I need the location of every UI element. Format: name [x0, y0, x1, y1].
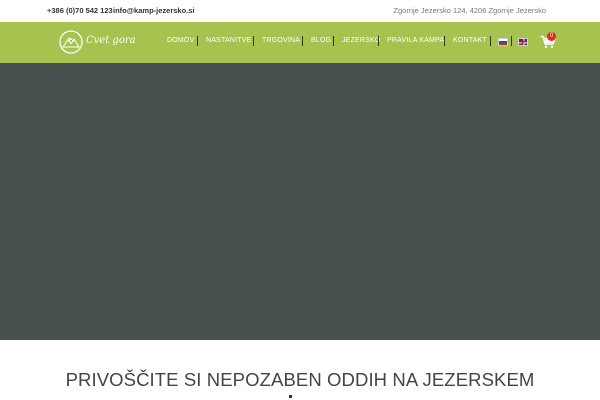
nav-separator: [444, 36, 445, 46]
nav-item-blog[interactable]: BLOG: [311, 37, 331, 44]
site-logo[interactable]: Cvet gora: [58, 29, 136, 55]
nav-separator: [253, 36, 254, 46]
nav-item-trgovina[interactable]: TRGOVINA: [262, 37, 300, 44]
page-headline: PRIVOŠČITE SI NEPOZABEN ODDIH NA JEZERSK…: [65, 369, 535, 390]
address-text: Zgornje Jezersko 124, 4206 Zgornje Jezer…: [393, 6, 546, 15]
nav-separator: [302, 36, 303, 46]
email-link[interactable]: info@kamp-jezersko.si: [113, 6, 195, 15]
nav-separator: [378, 36, 379, 46]
sl-flag-icon[interactable]: [498, 38, 508, 46]
nav-separator: [490, 36, 491, 46]
edelweiss-logo-icon: [59, 30, 83, 54]
nav-item-pravila-kampa[interactable]: PRAVILA KAMPA: [387, 37, 444, 44]
top-info-bar: +386 (0)70 542 123 info@kamp-jezersko.si…: [0, 0, 600, 22]
phone-link[interactable]: +386 (0)70 542 123: [47, 6, 113, 15]
nav-item-jezersko[interactable]: JEZERSKO: [342, 37, 381, 44]
nav-item-kontakt[interactable]: KONTAKT: [453, 37, 487, 44]
nav-separator: [197, 36, 198, 46]
main-navbar: Cvet gora DOMOV NASTANITVE TRGOVINA BLOG…: [0, 22, 600, 63]
nav-separator: [333, 36, 334, 46]
nav-item-domov[interactable]: DOMOV: [167, 37, 194, 44]
decorative-dot: [289, 395, 292, 398]
hero-banner: [0, 63, 600, 340]
nav-separator: [511, 36, 512, 46]
nav-item-nastanitve[interactable]: NASTANITVE: [206, 37, 251, 44]
logo-text: Cvet gora: [86, 35, 136, 46]
en-flag-icon[interactable]: [518, 38, 528, 46]
cart-count-badge: 0: [547, 32, 556, 41]
